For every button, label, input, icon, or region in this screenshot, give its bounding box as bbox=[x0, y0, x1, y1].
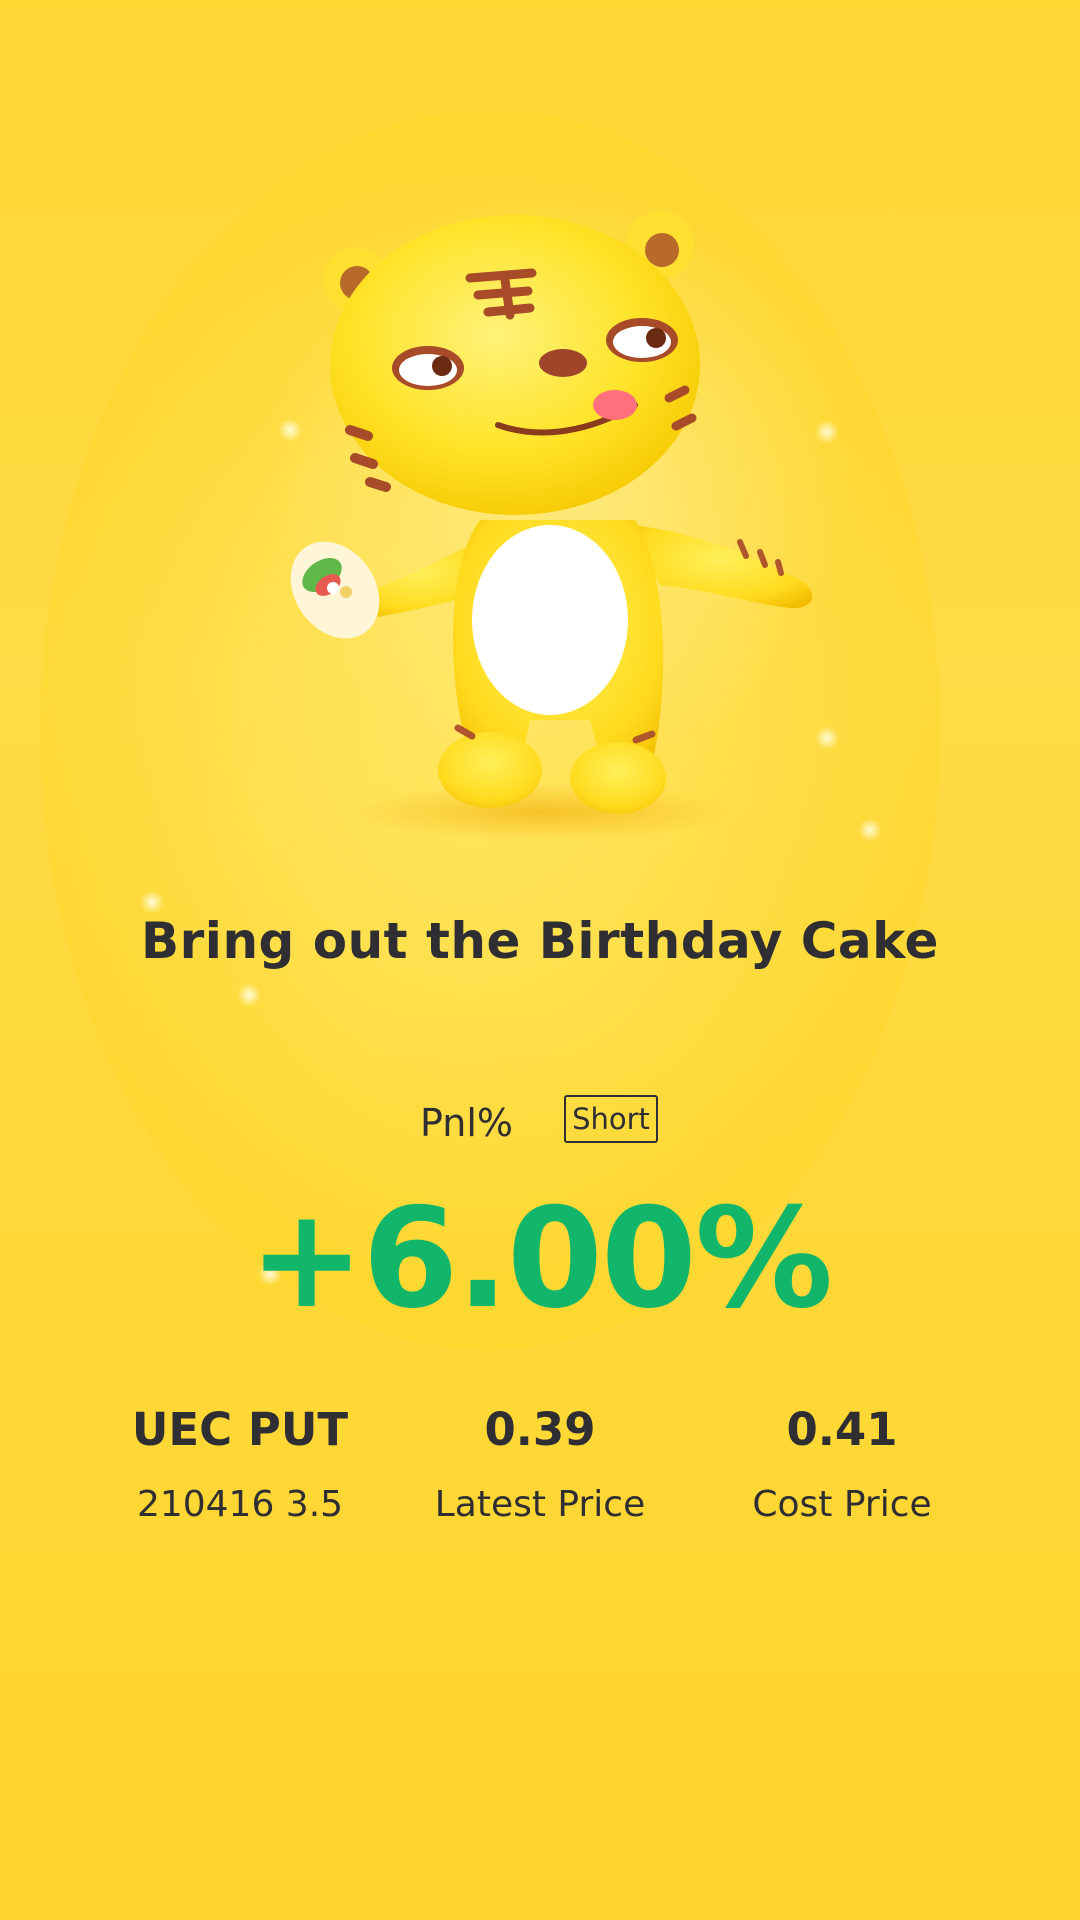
sparkle bbox=[140, 890, 164, 914]
sparkle bbox=[237, 983, 261, 1007]
stats-row: UEC PUT 210416 3.5 0.39 Latest Price 0.4… bbox=[0, 1400, 1080, 1540]
stat-cost-price: 0.41 Cost Price bbox=[692, 1400, 992, 1530]
stat-label: Latest Price bbox=[434, 1484, 646, 1525]
page-title: Bring out the Birthday Cake bbox=[141, 912, 939, 970]
pnl-label: Pnl% bbox=[420, 1101, 513, 1145]
pnl-percent: +6.00% bbox=[248, 1178, 833, 1339]
sparkle bbox=[858, 818, 882, 842]
stat-label: 210416 3.5 bbox=[136, 1484, 344, 1525]
stat-value: UEC PUT bbox=[131, 1403, 349, 1456]
stat-value: 0.39 bbox=[484, 1403, 596, 1456]
tiger-mascot-icon bbox=[290, 211, 813, 840]
stat-symbol: UEC PUT 210416 3.5 bbox=[90, 1400, 390, 1530]
stat-value: 0.41 bbox=[786, 1403, 898, 1456]
direction-badge: Short bbox=[564, 1095, 658, 1143]
stat-latest-price: 0.39 Latest Price bbox=[390, 1400, 690, 1530]
stat-label: Cost Price bbox=[752, 1484, 932, 1525]
pnl-row: Pnl% Short bbox=[0, 1095, 1080, 1151]
